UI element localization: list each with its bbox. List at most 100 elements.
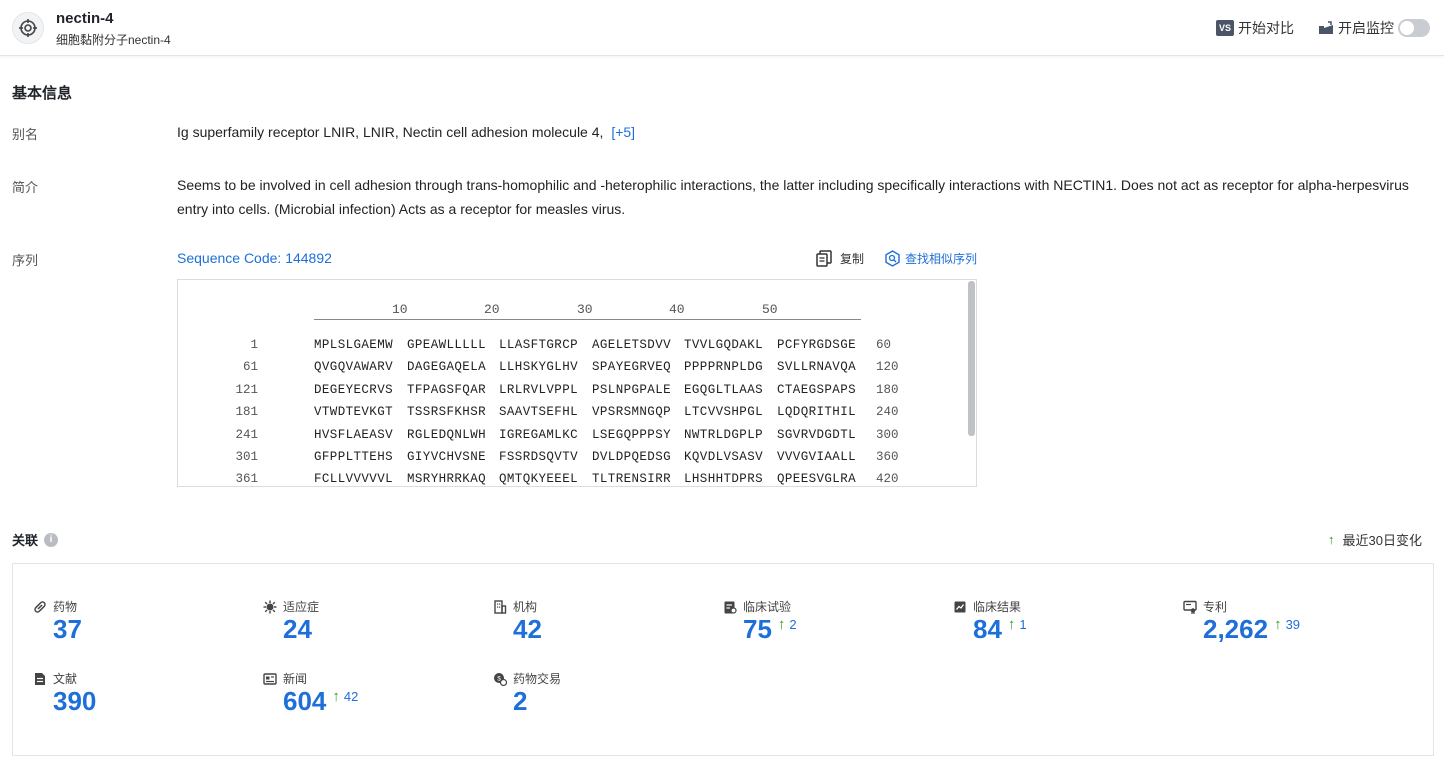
sequence-scrollbar[interactable]: [968, 281, 975, 436]
ruler-tick: 30: [577, 302, 593, 317]
monitor-label: 开启监控: [1338, 20, 1394, 36]
summary-label: 简介: [12, 180, 39, 195]
sequence-block: TSSRSFKHSR: [407, 405, 487, 420]
sequence-block: SPAYEGRVEQ: [592, 360, 672, 375]
sequence-block: DEGEYECRVS: [314, 382, 394, 397]
metric-change: ↑ 42: [332, 686, 358, 705]
up-arrow-icon: ↑: [1007, 616, 1016, 633]
metric-newspaper[interactable]: 新闻 604 ↑ 42: [263, 670, 358, 716]
newspaper-icon: [263, 672, 277, 686]
sequence-row: 121 DEGEYECRVS TFPAGSFQAR LRLRVLVPPL PSLNPGP…: [178, 383, 938, 405]
metric-value[interactable]: 24: [283, 614, 312, 645]
metric-label: 药物: [53, 600, 78, 614]
monitor-button[interactable]: 开启监控: [1318, 18, 1430, 38]
sequence-block: GPEAWLLLLL: [407, 338, 487, 352]
metric-label: 专利: [1203, 600, 1228, 614]
copy-button[interactable]: 复制: [816, 250, 864, 267]
document-icon: [33, 672, 47, 686]
sequence-block: VVVGVIAALL: [777, 450, 857, 464]
alias-label: 别名: [12, 127, 39, 142]
metric-label-row: 临床结果: [953, 598, 1021, 615]
clipboard-icon: [723, 600, 737, 614]
basic-info-title: 基本信息: [12, 85, 73, 102]
sequence-block: LQDQRITHIL: [777, 405, 857, 420]
sequence-block: IGREGAMLKC: [499, 427, 579, 442]
sequence-row: 61 QVGQVAWARV DAGEGAQELA LLHSKYGLHV SPAYEGRV…: [178, 360, 938, 382]
metric-value-row: 604 ↑ 42: [283, 686, 358, 717]
sequence-viewer[interactable]: 10 20 30 40 50 1 MPLSLGAEMW GPEAWLLLLL LLAS…: [177, 279, 977, 487]
metric-label: 新闻: [283, 672, 308, 686]
sequence-row: 181 VTWDTEVKGT TSSRSFKHSR SAAVTSEFHL VPSRSMN…: [178, 405, 938, 427]
alias-more-link[interactable]: [+5]: [611, 124, 635, 140]
sequence-block: MPLSLGAEMW: [314, 338, 394, 352]
sequence-block: RGLEDQNLWH: [407, 427, 487, 442]
metric-change-value: 1: [1019, 617, 1027, 632]
sequence-start-index: 121: [235, 382, 258, 397]
metric-value[interactable]: 75: [743, 614, 772, 645]
metric-change: ↑ 1: [1008, 614, 1027, 633]
metric-value-row: 390: [53, 686, 96, 717]
sequence-block: DVLDPQEDSG: [592, 450, 672, 464]
metric-value[interactable]: 390: [53, 686, 96, 717]
pill-icon: [33, 600, 47, 614]
relations-title: 关联: [12, 533, 39, 548]
target-icon: [12, 12, 44, 44]
sequence-end-index: 240: [876, 405, 899, 420]
alias-value: Ig superfamily receptor LNIR, LNIR, Nect…: [177, 120, 635, 144]
sequence-start-index: 361: [235, 472, 258, 487]
sequence-block: GIYVCHVSNE: [407, 450, 487, 464]
sequence-block: LHSHHTDPRS: [684, 472, 764, 487]
sequence-block: PCFYRGDSGE: [777, 338, 857, 352]
metric-pill[interactable]: 药物 37: [33, 598, 82, 644]
alias-text: Ig superfamily receptor LNIR, LNIR, Nect…: [177, 124, 604, 140]
sequence-block: TLTRENSIRR: [592, 472, 672, 487]
metric-value[interactable]: 84: [973, 614, 1002, 645]
sequence-block: QMTQKYEEEL: [499, 472, 579, 487]
chart-doc-icon: [953, 600, 967, 614]
sequence-start-index: 1: [250, 338, 258, 352]
copy-icon: [816, 250, 832, 267]
sequence-block: PSLNPGPALE: [592, 382, 672, 397]
compare-button[interactable]: VS 开始对比: [1216, 18, 1294, 38]
metric-value-row: 84 ↑ 1: [973, 614, 1027, 645]
metric-chart-doc[interactable]: 临床结果 84 ↑ 1: [953, 598, 1027, 644]
sequence-block: TVVLGQDAKL: [684, 338, 764, 352]
sequence-code-link[interactable]: Sequence Code: 144892: [177, 246, 332, 270]
metric-clipboard[interactable]: 临床试验 75 ↑ 2: [723, 598, 797, 644]
metric-label-row: 新闻: [263, 670, 307, 687]
metric-value[interactable]: 604: [283, 686, 326, 717]
sequence-block: LTCVVSHPGL: [684, 405, 764, 420]
summary-line-2: entry into cells. (Microbial infection) …: [177, 201, 626, 217]
sequence-start-index: 241: [235, 427, 258, 442]
sequence-block: MSRYHRRKAQ: [407, 472, 487, 487]
building-icon: [493, 599, 507, 614]
sequence-block: VPSRSMNGQP: [592, 405, 672, 420]
sequence-row: 361 FCLLVVVVVL MSRYHRRKAQ QMTQKYEEEL TLTRENS…: [178, 472, 938, 487]
metric-virus[interactable]: 适应症 24: [263, 598, 319, 644]
info-icon[interactable]: i: [44, 532, 59, 547]
metric-building[interactable]: 机构 42: [493, 598, 542, 644]
sequence-ruler: 10 20 30 40 50: [314, 298, 861, 320]
ruler-tick: 50: [762, 302, 778, 317]
metric-value[interactable]: 37: [53, 614, 82, 645]
metric-document[interactable]: 文献 390: [33, 670, 96, 716]
metric-deal[interactable]: $ 药物交易 2: [493, 670, 561, 716]
metric-value[interactable]: 2: [513, 686, 527, 717]
sequence-end-index: 420: [876, 472, 899, 487]
metric-change-value: 39: [1285, 617, 1301, 632]
sequence-end-index: 60: [876, 338, 892, 352]
metric-label-row: $ 药物交易: [493, 670, 561, 687]
monitor-toggle[interactable]: [1398, 19, 1430, 37]
page-title: nectin-4: [56, 10, 114, 27]
metric-value[interactable]: 2,262: [1203, 614, 1268, 645]
ruler-tick: 40: [669, 302, 685, 317]
sequence-block: NWTRLDGPLP: [684, 427, 764, 442]
sequence-block: VTWDTEVKGT: [314, 405, 394, 420]
metric-value[interactable]: 42: [513, 614, 542, 645]
compare-label: 开始对比: [1238, 20, 1294, 36]
find-similar-button[interactable]: 查找相似序列: [884, 250, 977, 267]
metric-patent[interactable]: 专利 2,262 ↑ 39: [1183, 598, 1300, 644]
sequence-row: 301 GFPPLTTEHS GIYVCHVSNE FSSRDSQVTV DVLDPQE…: [178, 450, 938, 472]
sequence-block: KQVDLVSASV: [684, 450, 764, 464]
summary-text: Seems to be involved in cell adhesion th…: [177, 173, 1427, 221]
